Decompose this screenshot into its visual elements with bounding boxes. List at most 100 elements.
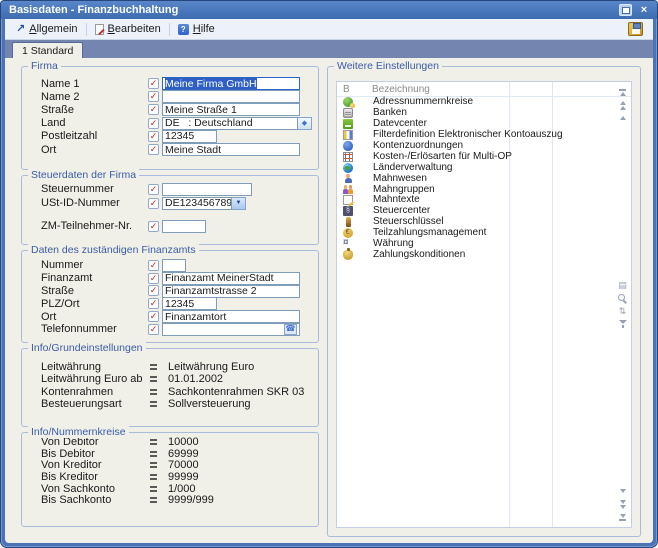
firma-name-1-input[interactable]: Meine Firma GmbH [162, 77, 300, 90]
arrow-up-right-icon: ↗ [16, 24, 25, 35]
equals-icon [150, 451, 157, 457]
finanzamt-strasse-input[interactable]: Finanzamtstrasse 2 [162, 285, 300, 298]
settings-item-steuercenter[interactable]: Steuercenter [337, 206, 631, 217]
nummernkreise-bis-debitor-label: Bis Debitor [41, 448, 148, 460]
finanzamt-finanzamt-label: Finanzamt [41, 272, 148, 284]
modified-check-icon[interactable]: ✓ [148, 260, 159, 271]
settings-item-label: Kontenzuordnungen [373, 141, 463, 151]
settings-item-mahnwesen[interactable]: Mahnwesen [337, 173, 631, 184]
window-body: ↗Allgemein Bearbeiten ?Hilfe 1 Standard Fi… [5, 19, 653, 543]
modified-check-icon[interactable]: ✓ [148, 144, 159, 155]
settings-item-teilzahlungsmanagement[interactable]: Teilzahlungsmanagement [337, 228, 631, 239]
nummernkreise-von-debitor-value: 10000 [168, 436, 199, 448]
finanzamt-telefonnummer-input[interactable]: ☎ [162, 323, 300, 336]
restore-button[interactable] [619, 4, 632, 16]
modified-check-icon[interactable]: ✓ [148, 78, 159, 89]
steuerdaten-ust-id-nummer-input[interactable]: DE123456789123 [162, 197, 232, 210]
settings-list: BBezeichnung AdressnummernkreiseBankenDa… [336, 81, 632, 528]
firma-postleitzahl-input[interactable]: 12345 [162, 130, 217, 143]
modified-check-icon[interactable]: ✓ [148, 104, 159, 115]
row-up-icon[interactable] [617, 113, 628, 123]
search-icon[interactable] [617, 293, 628, 303]
scroll-to-bottom-icon[interactable] [617, 512, 628, 522]
column-header-bezeichnung[interactable]: Bezeichnung [372, 84, 631, 95]
steuerdaten-zm-teilnehmer-nr-input[interactable] [162, 220, 206, 233]
close-button[interactable]: × [638, 5, 650, 16]
equals-icon [150, 486, 157, 492]
settings-item-kosten-erlosarten-fur-multi-op[interactable]: Kosten-/Erlösarten für Multi-OP [337, 151, 631, 162]
settings-item-datevcenter[interactable]: Datevcenter [337, 119, 631, 130]
modified-check-icon[interactable]: ✓ [148, 324, 159, 335]
firma-ort-input[interactable]: Meine Stadt [162, 143, 300, 156]
finanzamt-plz-ort-input[interactable]: 12345 [162, 297, 217, 310]
settings-item-wahrung[interactable]: Währung [337, 239, 631, 250]
column-header-b[interactable]: B [343, 84, 372, 95]
settings-item-label: Steuerschlüssel [373, 217, 444, 227]
group-steuerdaten: Steuerdaten der Firma Steuernummer✓USt-I… [21, 175, 319, 245]
grundeinstellungen-leitwahrung-label: Leitwährung [41, 361, 148, 373]
nummernkreise-von-kreditor-label: Von Kreditor [41, 459, 148, 471]
modified-check-icon[interactable]: ✓ [148, 184, 159, 195]
list-view-icon[interactable] [617, 280, 628, 290]
settings-item-label: Mahnwesen [373, 174, 427, 184]
tab-standard-label: 1 Standard [22, 45, 73, 57]
settings-item-mahntexte[interactable]: Mahntexte [337, 195, 631, 206]
menu-item-bearbeiten[interactable]: Bearbeiten [90, 20, 166, 38]
scroll-to-top-icon[interactable] [617, 87, 628, 97]
menu-item-label: Hilfe [193, 23, 215, 35]
settings-item-kontenzuordnungen[interactable]: Kontenzuordnungen [337, 141, 631, 152]
menu-item-allgemein[interactable]: ↗Allgemein [11, 20, 83, 38]
phone-dial-button[interactable]: ☎ [284, 324, 297, 335]
modified-check-icon[interactable]: ✓ [148, 131, 159, 142]
filter-icon[interactable] [617, 319, 628, 329]
modified-check-icon[interactable]: ✓ [148, 298, 159, 309]
row-down-icon[interactable] [617, 486, 628, 496]
finanzamt-finanzamt-input[interactable]: Finanzamt MeinerStadt [162, 272, 300, 285]
settings-item-landerverwaltung[interactable]: Länderverwaltung [337, 162, 631, 173]
firma-name-1-label: Name 1 [41, 78, 148, 90]
settings-item-zahlungskonditionen[interactable]: Zahlungskonditionen [337, 249, 631, 260]
settings-item-adressnummernkreise[interactable]: Adressnummernkreise [337, 97, 631, 108]
nummernkreise-von-sachkonto-value: 1/000 [168, 483, 196, 495]
form-row-finanzamt-telefonnummer: Telefonnummer✓☎ [41, 323, 312, 336]
modified-check-icon[interactable]: ✓ [148, 198, 159, 209]
titlebar: Basisdaten - Finanzbuchhaltung × [1, 1, 657, 19]
settings-item-mahngruppen[interactable]: Mahngruppen [337, 184, 631, 195]
firma-name-2-input[interactable] [162, 90, 300, 103]
equals-icon [150, 497, 157, 503]
page-up-icon[interactable] [617, 100, 628, 110]
menu-item-hilfe[interactable]: ?Hilfe [173, 20, 220, 38]
page-down-icon[interactable] [617, 499, 628, 509]
modified-check-icon[interactable]: ✓ [148, 311, 159, 322]
finanzamt-ort-input[interactable]: Finanzamtort [162, 310, 300, 323]
grundeinstellungen-besteuerungsart-value: Sollversteuerung [168, 398, 251, 410]
settings-list-rows: AdressnummernkreiseBankenDatevcenterFilt… [337, 97, 631, 260]
sort-icon[interactable] [617, 306, 628, 316]
settings-item-label: Mahntexte [373, 195, 420, 205]
tab-strip: 1 Standard [5, 40, 653, 58]
modified-check-icon[interactable]: ✓ [148, 285, 159, 296]
save-button[interactable] [628, 22, 643, 36]
modified-check-icon[interactable]: ✓ [148, 91, 159, 102]
modified-check-icon[interactable]: ✓ [148, 273, 159, 284]
steuerdaten-ust-id-nummer-label: USt-ID-Nummer [41, 197, 148, 209]
nummernkreise-bis-debitor-value: 69999 [168, 448, 199, 460]
firma-strasse-input[interactable]: Meine Straße 1 [162, 103, 300, 116]
settings-item-steuerschlussel[interactable]: Steuerschlüssel [337, 217, 631, 228]
form-row-grundeinstellungen-kontenrahmen: KontenrahmenSachkontenrahmen SKR 03 [41, 386, 312, 398]
firma-name-2-label: Name 2 [41, 91, 148, 103]
modified-check-icon[interactable]: ✓ [148, 118, 159, 129]
equals-icon [150, 462, 157, 468]
dropdown-arrow-button[interactable]: ▼ [232, 197, 246, 210]
firma-land-input[interactable]: DE : Deutschland [162, 117, 298, 130]
settings-item-banken[interactable]: Banken [337, 108, 631, 119]
form-row-steuerdaten-ust-id-nummer: USt-ID-Nummer✓DE123456789123▼ [41, 196, 312, 210]
tab-standard[interactable]: 1 Standard [12, 42, 83, 58]
steuerdaten-steuernummer-input[interactable] [162, 183, 252, 196]
modified-check-icon[interactable]: ✓ [148, 221, 159, 232]
equals-icon [150, 439, 157, 445]
finanzamt-nummer-input[interactable] [162, 259, 186, 272]
settings-item-filterdefinition-elektronischer-kontoauszug[interactable]: Filterdefinition Elektronischer Kontoaus… [337, 130, 631, 141]
group-steuerdaten-rows: Steuernummer✓USt-ID-Nummer✓DE12345678912… [41, 182, 312, 233]
dropdown-diamond-button[interactable]: ◆ [298, 117, 312, 130]
